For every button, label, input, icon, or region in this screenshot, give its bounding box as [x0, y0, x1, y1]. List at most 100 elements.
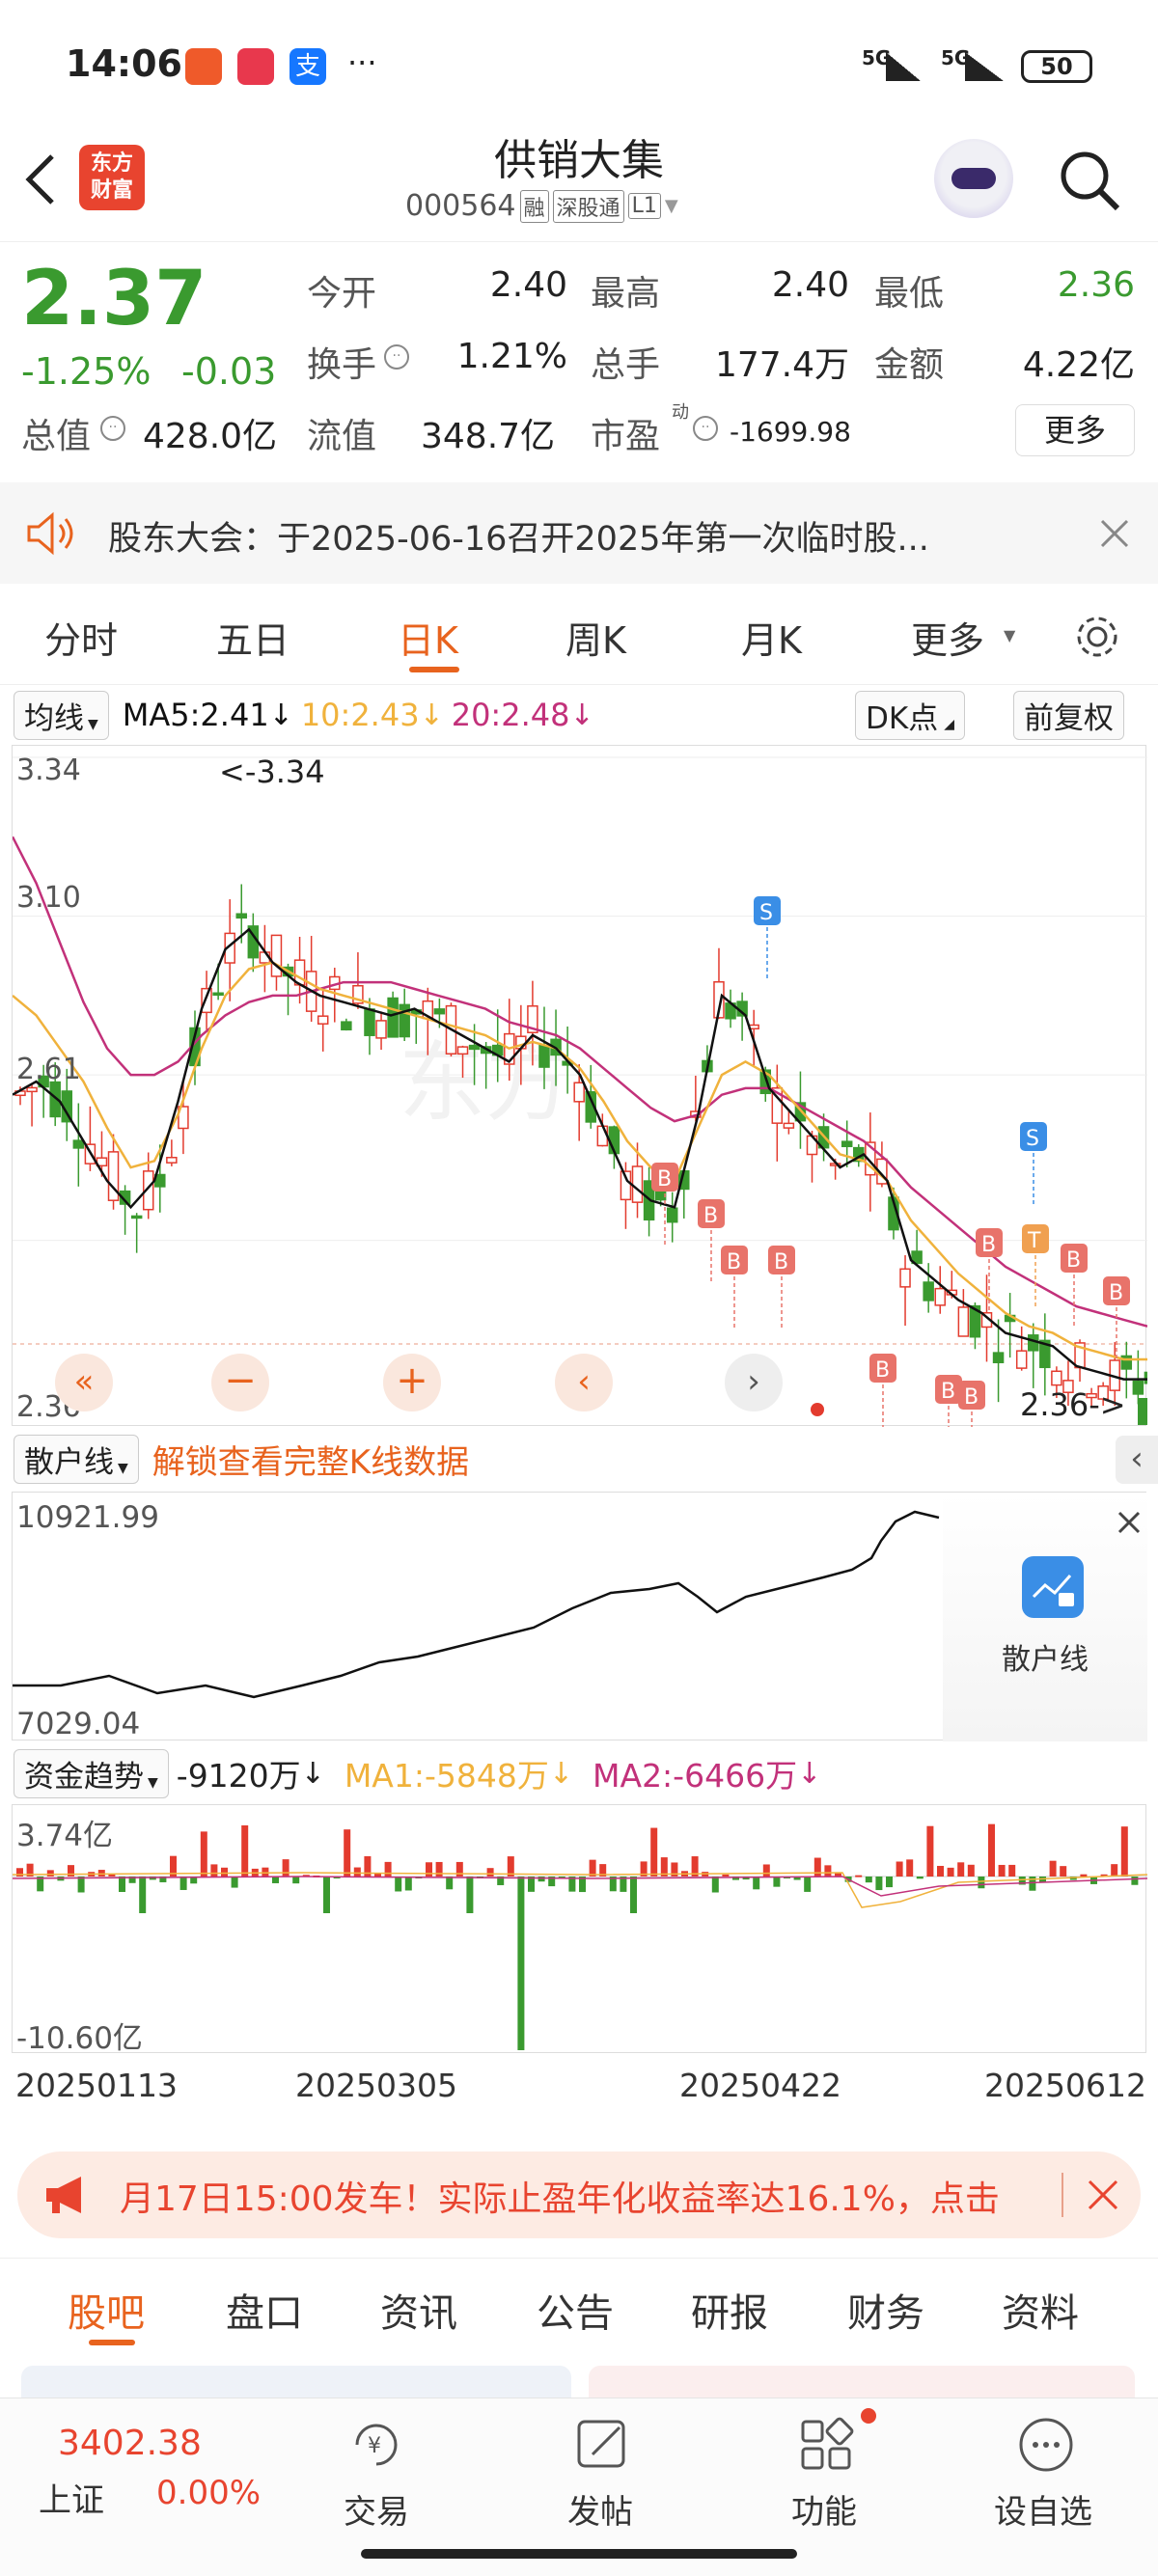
close-icon[interactable] — [1117, 1510, 1142, 1535]
low-marker: 2.36-> — [1020, 1386, 1126, 1423]
ma5-value: MA5:2.41 — [122, 697, 269, 733]
sanhu-line — [13, 1510, 940, 1699]
nav-post[interactable]: 发帖 — [567, 2485, 633, 2533]
tab-profile[interactable]: 资料 — [1002, 2282, 1079, 2338]
badge-connect: 深股通 — [552, 189, 624, 223]
nav-add-watchlist[interactable]: 设自选 — [994, 2485, 1092, 2533]
fund-bar — [1080, 1874, 1088, 1877]
fund-bar — [323, 1877, 330, 1913]
fund-bar — [865, 1877, 872, 1883]
close-icon[interactable] — [1087, 2179, 1119, 2211]
info-icon[interactable]: ·· — [693, 416, 718, 441]
rewind-button[interactable]: « — [55, 1354, 113, 1411]
tab-weekly-k[interactable]: 周K — [565, 611, 626, 664]
info-icon[interactable]: ·· — [100, 416, 125, 441]
candle-body — [387, 997, 399, 1038]
collapse-icon[interactable]: ‹ — [1116, 1436, 1158, 1484]
search-icon[interactable] — [1056, 147, 1123, 214]
status-time: 14:06 — [66, 42, 182, 85]
notice-bar[interactable]: 股东大会：于2025-06-16召开2025年第一次临时股... — [0, 482, 1158, 584]
trade-icon[interactable]: ¥ — [347, 2416, 405, 2474]
nav-functions[interactable]: 功能 — [791, 2485, 857, 2533]
sanhu-lock-panel[interactable]: 散户线 — [943, 1493, 1147, 1741]
tab-announcement[interactable]: 公告 — [537, 2282, 614, 2338]
fund-bar — [486, 1868, 494, 1877]
more-circle-icon[interactable] — [1017, 2416, 1075, 2474]
fund-bar — [1049, 1860, 1057, 1877]
fund-ma1: MA1:-5848万 — [344, 1757, 549, 1795]
fund-bar — [722, 1874, 730, 1877]
notice-text: 股东大会：于2025-06-16召开2025年第一次临时股... — [108, 520, 929, 559]
caret-icon: ◢ — [944, 716, 954, 732]
price-chart[interactable]: 东方 S S B B B B B B B B B B T 3.34 3.10 2.61 2.36 <-3.… — [11, 745, 1156, 1464]
candle-body — [666, 1207, 678, 1223]
down-arrow-icon: ↓ — [419, 698, 444, 732]
fund-selector[interactable]: 资金趋势 ▼ — [14, 1748, 169, 1798]
candle-body — [783, 1122, 795, 1129]
fund-bar — [426, 1862, 432, 1877]
tab-finance[interactable]: 财务 — [847, 2282, 924, 2338]
down-arrow-icon: ↓ — [268, 698, 293, 732]
home-indicator — [361, 2549, 797, 2559]
tab-more[interactable]: 更多 — [911, 611, 984, 664]
more-button[interactable]: 更多 — [1015, 404, 1135, 456]
candle-body — [130, 1215, 143, 1219]
tab-monthly-k[interactable]: 月K — [741, 611, 802, 664]
y-label: 3.74亿 — [16, 1819, 114, 1853]
more-notif-icon: ··· — [347, 44, 377, 81]
tab-five-day[interactable]: 五日 — [216, 611, 290, 664]
fund-bar — [753, 1877, 760, 1890]
tab-research[interactable]: 研报 — [691, 2282, 768, 2338]
fund-bar — [1120, 1826, 1128, 1877]
chevron-down-icon: ▼ — [664, 196, 678, 216]
tab-news[interactable]: 资讯 — [380, 2282, 457, 2338]
tab-guba[interactable]: 股吧 — [68, 2282, 145, 2338]
high-marker: <-3.34 — [219, 754, 325, 790]
fund-bar — [804, 1877, 812, 1892]
dk-point-button[interactable]: DK点 ◢ — [855, 690, 965, 740]
tab-pankou[interactable]: 盘口 — [226, 2282, 303, 2338]
fund-bar — [773, 1877, 781, 1887]
promo-banner[interactable]: 月17日15:00发车！实际止盈年化收益率达16.1%，点击 — [17, 2151, 1141, 2238]
candle-body — [468, 1044, 481, 1051]
unlock-link[interactable]: 解锁查看完整K线数据 — [152, 1436, 469, 1483]
settings-icon[interactable] — [1071, 611, 1123, 663]
candle-body — [212, 992, 224, 997]
adjust-button[interactable]: 前复权 — [1013, 690, 1124, 740]
stock-title: 供销大集 — [494, 136, 664, 185]
change-amount: -0.03 — [181, 350, 277, 393]
candle-body — [992, 1352, 1005, 1363]
signal-icon — [965, 52, 1004, 81]
post-icon[interactable] — [573, 2416, 631, 2474]
candle-body — [841, 1140, 853, 1148]
close-icon[interactable] — [1098, 517, 1131, 550]
zoom-out-button[interactable]: − — [211, 1354, 269, 1411]
prev-button[interactable]: ‹ — [555, 1354, 613, 1411]
back-icon[interactable] — [21, 152, 60, 206]
field-label: 换手 — [307, 345, 377, 385]
apps-grid-icon[interactable] — [797, 2416, 855, 2474]
field-label: 总手 — [591, 345, 661, 385]
stock-code-row[interactable]: 000564 融 深股通 L1 ▼ — [405, 189, 678, 223]
marker-letter: B — [657, 1167, 672, 1192]
fund-bar — [466, 1877, 474, 1913]
assistant-robot-icon[interactable] — [934, 139, 1013, 218]
content-tabs: 股吧 盘口 资讯 公告 研报 财务 资料 — [0, 2258, 1158, 2354]
candle-body — [1051, 1370, 1062, 1386]
active-tab-indicator — [89, 2340, 135, 2345]
last-price: 2.37 — [21, 256, 207, 343]
tab-daily-k[interactable]: 日K — [398, 611, 458, 664]
index-name[interactable]: 上证 — [39, 2474, 104, 2521]
index-value[interactable]: 3402.38 — [58, 2424, 202, 2463]
fund-bar: 资金趋势 ▼ -9120万 ↓ MA1:-5848万 ↓ MA2:-6466万 ↓ — [14, 1746, 1144, 1800]
nav-trade[interactable]: 交易 — [344, 2485, 409, 2533]
info-icon[interactable]: ·· — [384, 344, 409, 370]
eastmoney-logo[interactable]: 东方 财富 — [79, 145, 145, 210]
indicator-selector[interactable]: 散户线 ▼ — [14, 1434, 139, 1484]
zoom-in-button[interactable]: + — [383, 1354, 441, 1411]
caret-down-icon: ▼ — [148, 1774, 158, 1791]
ma-selector[interactable]: 均线 ▼ — [14, 690, 109, 740]
next-button[interactable]: › — [725, 1354, 783, 1411]
tab-intraday[interactable]: 分时 — [44, 611, 118, 664]
fund-bar — [538, 1877, 545, 1882]
